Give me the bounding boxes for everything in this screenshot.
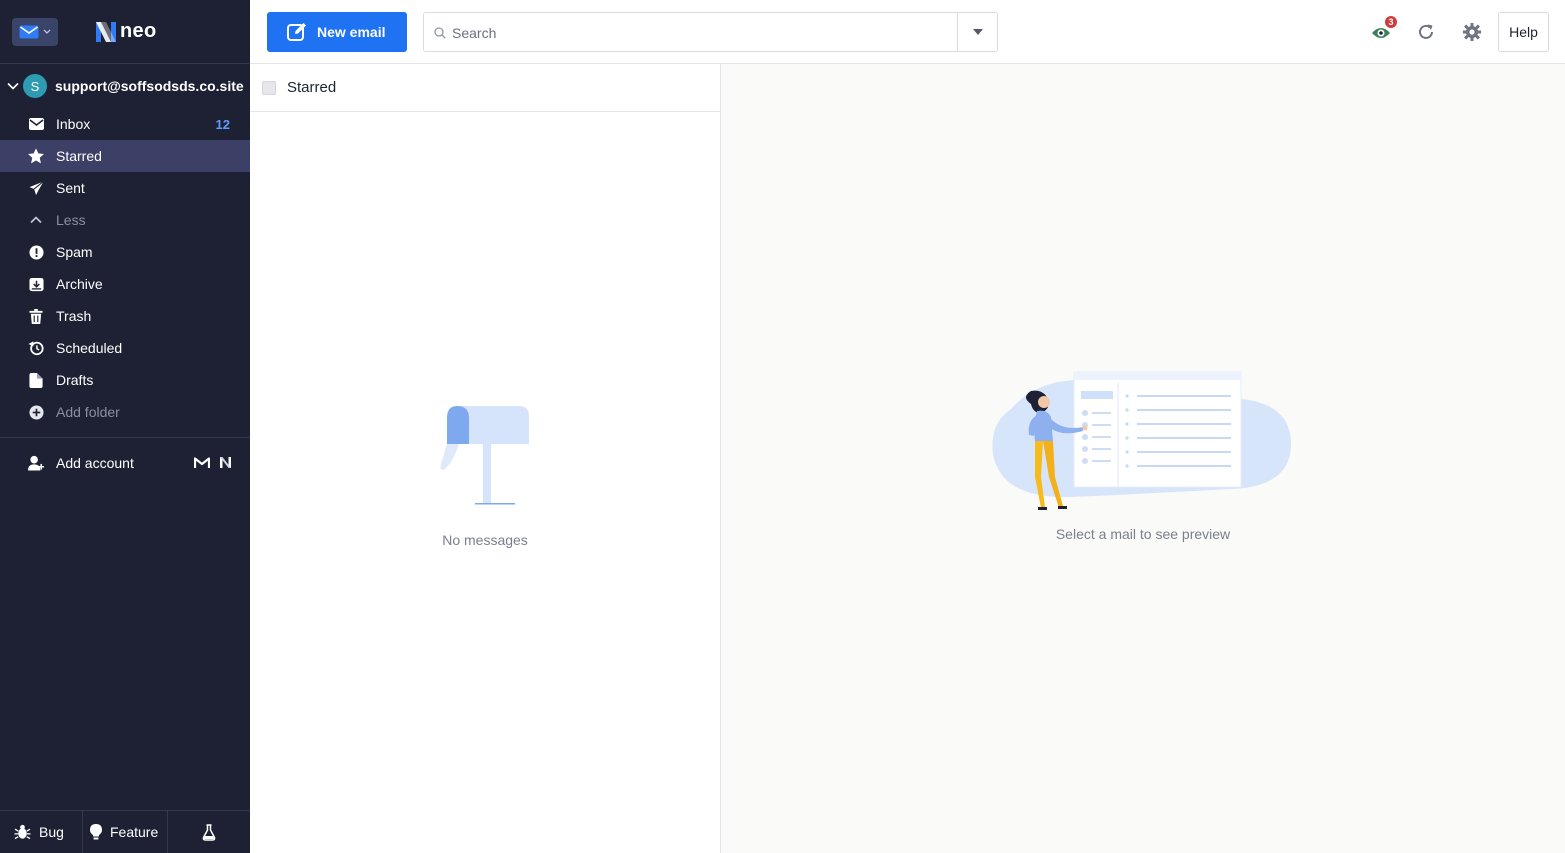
message-list-pane: Starred No messages (250, 64, 721, 853)
top-toolbar: New email 3 Help (250, 0, 1565, 64)
folder-label: Spam (56, 244, 93, 260)
gear-icon (1463, 23, 1481, 41)
refresh-button[interactable] (1415, 21, 1437, 43)
preview-empty-text: Select a mail to see preview (1055, 526, 1231, 542)
plus-circle-icon (28, 404, 44, 420)
folder-label: Trash (56, 308, 92, 324)
star-icon (28, 148, 44, 164)
folder-title: Starred (287, 79, 337, 96)
app-switcher-button[interactable] (12, 18, 58, 46)
message-list-header: Starred (250, 64, 720, 112)
empty-list-text: No messages (442, 532, 528, 548)
folder-label: Less (56, 212, 86, 228)
folder-label: Sent (56, 180, 85, 196)
empty-list-state: No messages (250, 404, 720, 548)
search-input[interactable] (452, 22, 952, 44)
folder-label: Drafts (56, 372, 94, 388)
help-button[interactable]: Help (1498, 12, 1549, 52)
add-folder-button[interactable]: Add folder (0, 396, 250, 428)
sidebar-header: neo (0, 0, 250, 64)
paper-plane-icon (28, 180, 44, 196)
folder-drafts[interactable]: Drafts (0, 364, 250, 396)
folder-inbox[interactable]: Inbox 12 (0, 108, 250, 140)
sidebar: neo S support@soffsodsds.co.site Inbox 1… (0, 0, 250, 853)
add-account-row[interactable]: Add account (0, 447, 250, 479)
bug-report-button[interactable]: Bug (0, 811, 83, 853)
draft-icon (28, 372, 44, 388)
folder-archive[interactable]: Archive (0, 268, 250, 300)
folder-spam[interactable]: Spam (0, 236, 250, 268)
preview-pane: Select a mail to see preview (721, 64, 1565, 853)
mail-app-icon (19, 25, 39, 39)
add-user-icon (28, 455, 45, 476)
folder-toggle-less[interactable]: Less (0, 204, 250, 236)
new-email-label: New email (317, 24, 386, 40)
chevron-down-icon[interactable] (6, 82, 20, 90)
brand-name: neo (120, 20, 157, 42)
account-row[interactable]: S support@soffsodsds.co.site (0, 72, 250, 100)
caret-down-icon (972, 29, 983, 35)
clock-icon (28, 340, 44, 356)
bug-icon (14, 824, 31, 840)
folder-label: Archive (56, 276, 103, 292)
trash-icon (28, 308, 44, 324)
sidebar-divider (0, 437, 250, 438)
settings-button[interactable] (1461, 21, 1483, 43)
select-mail-illustration (992, 371, 1291, 510)
feature-request-button[interactable]: Feature (83, 811, 168, 853)
neo-logo-mark (96, 21, 116, 42)
neo-account-icon[interactable] (219, 456, 232, 474)
search-icon (434, 26, 446, 44)
folder-list: Inbox 12 Starred Sent Less Spam Archive … (0, 108, 250, 428)
folder-sent[interactable]: Sent (0, 172, 250, 204)
account-email: support@soffsodsds.co.site (55, 78, 244, 94)
exclamation-circle-icon (28, 244, 44, 260)
archive-icon (28, 276, 44, 292)
flask-icon (202, 823, 216, 841)
notification-badge: 3 (1384, 15, 1398, 29)
chevron-up-icon (28, 212, 44, 228)
account-avatar: S (23, 74, 47, 98)
search-options-dropdown[interactable] (957, 13, 997, 51)
folder-label: Starred (56, 148, 102, 164)
folder-label: Add folder (56, 404, 120, 420)
search-box (423, 12, 998, 52)
notifications-button[interactable]: 3 (1370, 15, 1398, 43)
new-email-button[interactable]: New email (267, 12, 407, 52)
bug-label: Bug (39, 824, 64, 840)
gmail-icon[interactable] (193, 456, 211, 474)
compose-icon (287, 22, 307, 42)
refresh-icon (1419, 24, 1433, 39)
add-account-label: Add account (56, 455, 134, 471)
mailbox-icon (440, 406, 529, 505)
folder-trash[interactable]: Trash (0, 300, 250, 332)
folder-label: Scheduled (56, 340, 123, 356)
neo-logo: neo (95, 20, 156, 43)
lightbulb-icon (90, 824, 102, 840)
folder-starred[interactable]: Starred (0, 140, 250, 172)
select-all-checkbox[interactable] (262, 81, 276, 95)
folder-scheduled[interactable]: Scheduled (0, 332, 250, 364)
folder-label: Inbox (56, 116, 91, 132)
chevron-down-icon (43, 29, 51, 34)
envelope-icon (28, 116, 44, 132)
feature-label: Feature (110, 824, 159, 840)
unread-count: 12 (215, 117, 230, 132)
sidebar-footer: Bug Feature (0, 810, 250, 853)
labs-button[interactable] (168, 811, 250, 853)
